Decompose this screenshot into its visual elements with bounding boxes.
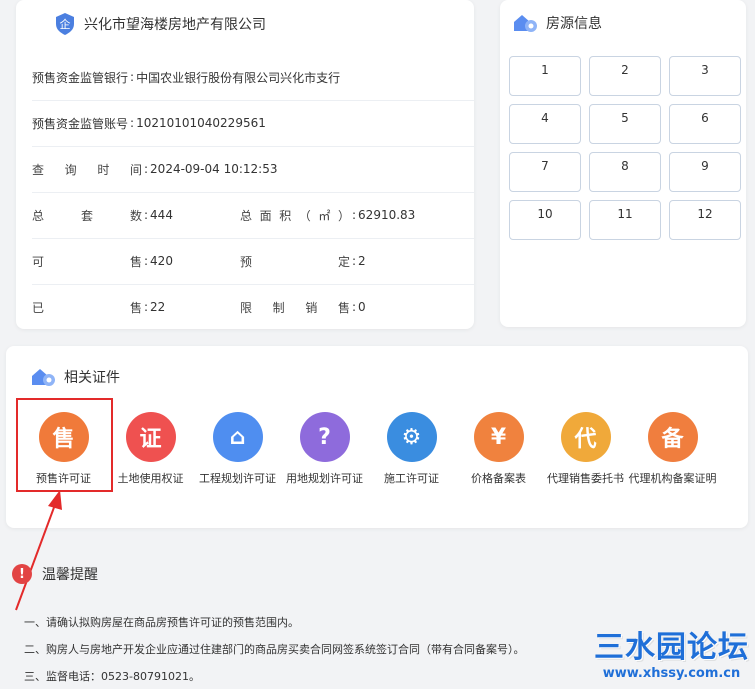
- house-key-icon: [32, 369, 55, 386]
- construction-permit-icon: ⚙: [386, 412, 437, 462]
- cert-price-filing[interactable]: ¥ 价格备案表: [455, 406, 542, 490]
- building-button-12[interactable]: 12: [669, 200, 741, 240]
- available-value: 420: [150, 254, 173, 268]
- forum-watermark: 三水园论坛 www.xhssy.com.cn: [594, 630, 749, 681]
- tip-line-1: 一、请确认拟购房屋在商品房预售许可证的预售范围内。: [24, 616, 299, 629]
- engineering-planning-icon: ⌂: [212, 412, 263, 462]
- agency-sales-icon: 代: [560, 412, 611, 462]
- cert-land-use-right[interactable]: 证 土地使用权证: [107, 406, 194, 490]
- total-sets-value: 444: [150, 208, 173, 222]
- cert-construction-permit[interactable]: ⚙ 施工许可证: [368, 406, 455, 490]
- info-row-sales: 已售 : 22 限制销售 : 0: [32, 300, 366, 315]
- company-info-card: 企 兴化市望海楼房地产有限公司 预售资金监管银行 : 中国农业银行股份有限公司兴…: [16, 0, 474, 329]
- certificates-title: 相关证件: [30, 366, 120, 388]
- svg-text:企: 企: [60, 17, 71, 31]
- building-button-2[interactable]: 2: [589, 56, 661, 96]
- query-time-value: 2024-09-04 10:12:53: [150, 162, 278, 176]
- cert-land-planning[interactable]: ? 用地规划许可证: [281, 406, 368, 490]
- info-row-availability: 可售 : 420 预定 : 2: [32, 238, 474, 285]
- building-button-9[interactable]: 9: [669, 152, 741, 192]
- bank-label: 预售资金监管银行: [32, 70, 129, 85]
- tip-line-3: 三、监督电话：0523-80791021。: [24, 670, 200, 683]
- tip-line-2: 二、购房人与房地产开发企业应通过住建部门的商品房买卖合同网签系统签订合同（带有合…: [24, 643, 525, 656]
- land-planning-icon: ?: [299, 412, 350, 462]
- warning-icon: !: [12, 564, 32, 584]
- certificate-list: 售 预售许可证 证 土地使用权证 ⌂ 工程规划许可证 ? 用地规划许可证 ⚙ 施…: [20, 406, 717, 490]
- tips-header: ! 温馨提醒: [12, 564, 98, 584]
- annotation-arrow-icon: [15, 490, 62, 611]
- certificates-card: 相关证件 售 预售许可证 证 土地使用权证 ⌂ 工程规划许可证 ? 用地规划许可…: [6, 346, 748, 528]
- building-button-6[interactable]: 6: [669, 104, 741, 144]
- available-label: 可售: [32, 254, 142, 269]
- building-button-7[interactable]: 7: [509, 152, 581, 192]
- account-value: 10210101040229561: [136, 116, 266, 130]
- building-button-4[interactable]: 4: [509, 104, 581, 144]
- building-button-3[interactable]: 3: [669, 56, 741, 96]
- building-button-8[interactable]: 8: [589, 152, 661, 192]
- bank-value: 中国农业银行股份有限公司兴化市支行: [136, 70, 341, 85]
- price-filing-icon: ¥: [473, 412, 524, 462]
- house-key-icon: [514, 15, 537, 32]
- agency-filing-icon: 备: [647, 412, 698, 462]
- info-row-bank: 预售资金监管银行 : 中国农业银行股份有限公司兴化市支行: [32, 54, 474, 101]
- total-area-value: 62910.83: [358, 208, 416, 222]
- total-sets-label: 总套数: [32, 208, 142, 223]
- company-name: 兴化市望海楼房地产有限公司: [84, 17, 266, 33]
- housing-source-title: 房源信息: [512, 12, 602, 34]
- land-use-right-icon: 证: [125, 412, 176, 462]
- info-row-totals: 总套数 : 444 总面积（㎡） : 62910.83: [32, 192, 474, 239]
- info-row-account: 预售资金监管账号 : 10210101040229561: [32, 100, 474, 147]
- building-grid: 1 2 3 4 5 6 7 8 9 10 11 12: [509, 56, 741, 240]
- info-row-query-time: 查询时间 : 2024-09-04 10:12:53: [32, 146, 474, 193]
- presale-permit-highlight: [16, 398, 113, 492]
- company-title: 企 兴化市望海楼房地产有限公司: [54, 12, 266, 36]
- sold-value: 22: [150, 300, 166, 314]
- restricted-label: 限制销售: [240, 300, 350, 315]
- reserved-label: 预定: [240, 254, 350, 269]
- building-button-1[interactable]: 1: [509, 56, 581, 96]
- cert-agency-sales-authorization[interactable]: 代 代理销售委托书: [542, 406, 629, 490]
- building-button-10[interactable]: 10: [509, 200, 581, 240]
- building-button-5[interactable]: 5: [589, 104, 661, 144]
- cert-agency-filing[interactable]: 备 代理机构备案证明: [629, 406, 717, 490]
- restricted-value: 0: [358, 300, 366, 314]
- company-shield-icon: 企: [56, 13, 74, 35]
- account-label: 预售资金监管账号: [32, 116, 129, 131]
- housing-source-card: 房源信息 1 2 3 4 5 6 7 8 9 10 11 12: [500, 0, 746, 327]
- building-button-11[interactable]: 11: [589, 200, 661, 240]
- reserved-value: 2: [358, 254, 366, 268]
- tips-title: 温馨提醒: [42, 567, 98, 583]
- total-area-label: 总面积（㎡）: [240, 208, 350, 223]
- sold-label: 已售: [32, 300, 142, 315]
- query-time-label: 查询时间: [32, 162, 142, 177]
- cert-engineering-planning[interactable]: ⌂ 工程规划许可证: [194, 406, 281, 490]
